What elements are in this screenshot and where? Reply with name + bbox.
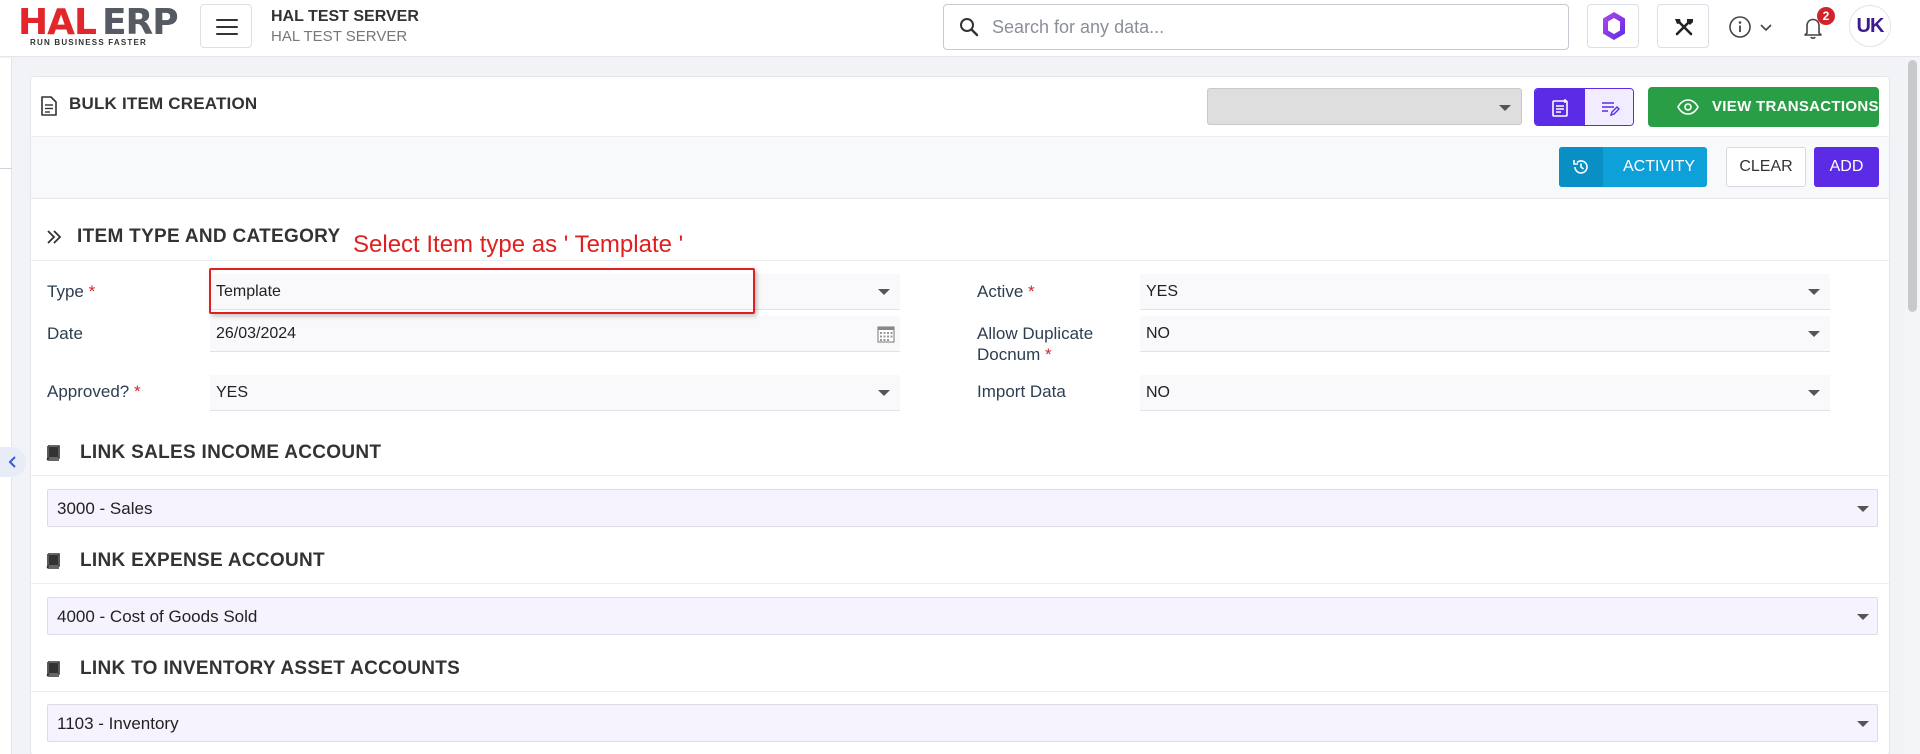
hexagon-logo-icon — [1603, 12, 1625, 40]
document-icon — [41, 96, 57, 116]
view-transactions-button[interactable]: VIEW TRANSACTIONS — [1648, 87, 1879, 127]
date-field[interactable]: 26/03/2024 — [210, 316, 900, 352]
logo-tagline: RUN BUSINESS FASTER — [30, 38, 148, 47]
type-label: Type * — [47, 282, 96, 301]
info-icon — [1729, 16, 1751, 38]
section-title-inventory-asset: LINK TO INVENTORY ASSET ACCOUNTS — [80, 658, 461, 679]
tools-icon — [1675, 19, 1693, 36]
caret-down-icon — [1808, 331, 1820, 337]
section-title-item-type: ITEM TYPE AND CATEGORY — [77, 226, 341, 247]
header-record-select[interactable] — [1207, 88, 1522, 125]
eye-icon — [1677, 99, 1699, 115]
import-data-select[interactable]: NO — [1140, 375, 1830, 411]
caret-down-icon — [1808, 289, 1820, 295]
hamburger-menu-button[interactable] — [200, 4, 252, 48]
clipboard-add-icon — [1552, 99, 1568, 117]
annotation-text: Select Item type as ' Template ' — [353, 231, 684, 258]
user-avatar[interactable]: UK — [1849, 5, 1891, 47]
caret-down-icon — [1857, 614, 1869, 620]
list-edit-icon — [1602, 102, 1620, 117]
search-input[interactable] — [992, 15, 1552, 39]
sidebar-collapsed — [0, 58, 12, 754]
approved-label: Approved? * — [47, 382, 141, 401]
scrollbar-thumb[interactable] — [1908, 60, 1917, 312]
double-chevron-right-icon — [47, 230, 62, 244]
sidebar-expand-toggle[interactable] — [0, 447, 26, 477]
app-logo[interactable]: HAL ERP RUN BUSINESS FASTER — [18, 4, 183, 48]
clear-button[interactable]: CLEAR — [1726, 147, 1806, 187]
section-title-sales-income: LINK SALES INCOME ACCOUNT — [80, 442, 382, 463]
activity-button[interactable]: ACTIVITY — [1559, 147, 1707, 187]
server-subtitle: HAL TEST SERVER — [271, 28, 408, 45]
card-header: BULK ITEM CREATION VIEW TRANSACTIONS — [31, 77, 1889, 137]
sales-income-account-select[interactable]: 3000 - Sales — [47, 489, 1878, 527]
section-title-expense: LINK EXPENSE ACCOUNT — [80, 550, 325, 571]
book-icon — [46, 553, 60, 569]
notification-count-badge: 2 — [1817, 7, 1835, 25]
add-button[interactable]: ADD — [1814, 147, 1879, 187]
date-label: Date — [47, 324, 83, 343]
top-bar: HAL ERP RUN BUSINESS FASTER HAL TEST SERV… — [0, 0, 1920, 57]
active-select[interactable]: YES — [1140, 274, 1830, 310]
allow-duplicate-docnum-select[interactable]: NO — [1140, 316, 1830, 352]
global-search[interactable] — [943, 4, 1569, 50]
view-mode-toggle — [1534, 88, 1634, 126]
book-icon — [46, 445, 60, 461]
help-menu[interactable] — [1727, 14, 1775, 40]
page-title: BULK ITEM CREATION — [69, 94, 258, 113]
annotation-highlight-box — [209, 268, 755, 314]
notifications-button[interactable]: 2 — [1797, 7, 1835, 44]
action-toolbar: ACTIVITY CLEAR ADD — [31, 137, 1889, 199]
chevron-down-icon — [1760, 24, 1772, 32]
import-data-label: Import Data — [977, 382, 1066, 401]
book-icon — [46, 661, 60, 677]
create-mode-button[interactable] — [1535, 89, 1585, 125]
approved-select[interactable]: YES — [210, 375, 900, 411]
allow-duplicate-docnum-label: Allow Duplicate Docnum * — [977, 324, 1094, 364]
caret-down-icon — [878, 390, 890, 396]
edit-list-mode-button[interactable] — [1585, 89, 1633, 125]
caret-down-icon — [1857, 721, 1869, 727]
chevron-left-icon — [8, 456, 16, 468]
search-icon — [960, 18, 979, 37]
bulk-item-creation-card: BULK ITEM CREATION VIEW TRANSACTIONS ACT… — [30, 76, 1890, 754]
tools-button[interactable] — [1657, 4, 1709, 48]
active-label: Active * — [977, 282, 1035, 301]
expense-account-select[interactable]: 4000 - Cost of Goods Sold — [47, 597, 1878, 635]
logo-wordmark: HAL ERP — [18, 2, 179, 43]
inventory-asset-account-select[interactable]: 1103 - Inventory — [47, 704, 1878, 742]
server-name: HAL TEST SERVER — [271, 8, 419, 25]
caret-down-icon — [1499, 105, 1511, 111]
history-icon — [1573, 160, 1588, 174]
caret-down-icon — [1808, 390, 1820, 396]
ai-assistant-button[interactable] — [1587, 4, 1639, 48]
caret-down-icon — [878, 289, 890, 295]
calendar-icon[interactable] — [877, 325, 895, 343]
menu-icon — [216, 19, 238, 21]
caret-down-icon — [1857, 506, 1869, 512]
